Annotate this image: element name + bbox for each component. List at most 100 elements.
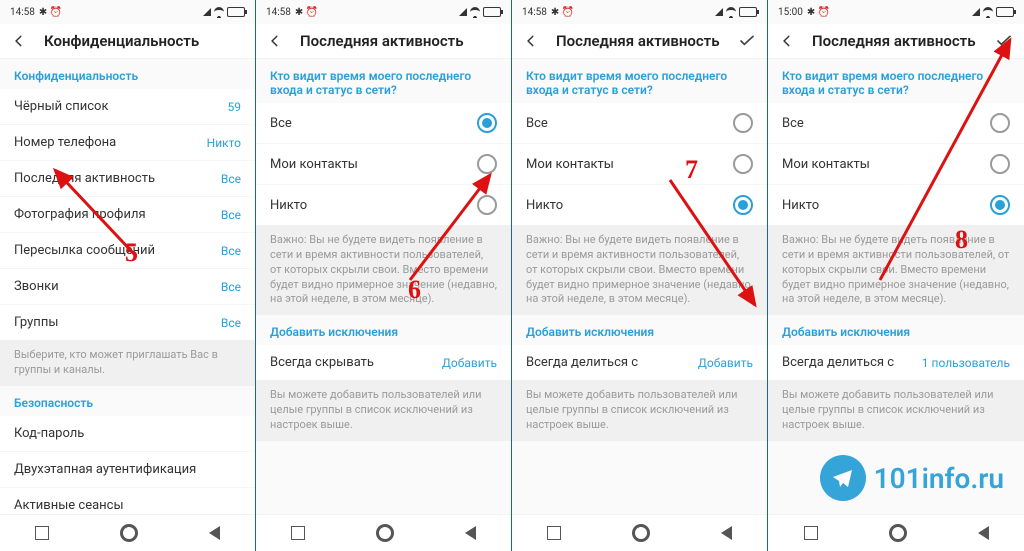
nav-recent-icon[interactable] [547,526,561,540]
row-label: Всегда делиться с [782,355,894,370]
row-forward[interactable]: Пересылка сообщенийВсе [0,232,255,268]
option-contacts[interactable]: Мои контакты [512,143,767,184]
row-always-share[interactable]: Всегда делиться сДобавить [512,345,767,380]
note-groups: Выберите, кто может приглашать Вас в гру… [0,340,255,386]
nav-home-icon[interactable] [632,524,650,542]
phone-screen-3: 14:58 ✱ ⏰ Последняя активность Кто видит … [512,0,768,551]
add-link[interactable]: Добавить [442,356,497,370]
row-value: Никто [207,136,241,150]
status-time: 14:58 [522,7,547,18]
section-security: Безопасность [0,386,255,416]
option-all[interactable]: Все [512,103,767,143]
battery-icon [227,7,245,17]
page-title: Конфиденциальность [44,32,243,50]
row-sessions[interactable]: Активные сеансы [0,487,255,514]
status-time: 15:00 [778,7,803,18]
option-label: Мои контакты [526,157,614,172]
option-contacts[interactable]: Мои контакты [768,143,1024,184]
android-nav [0,514,255,551]
title-bar: Последняя активность [768,24,1024,59]
page-title: Последняя активность [556,32,721,50]
back-icon[interactable] [12,34,26,48]
option-nobody[interactable]: Никто [768,184,1024,225]
row-value: Все [221,172,241,186]
option-label: Никто [526,198,563,213]
signal-icon [203,8,211,16]
nav-home-icon[interactable] [120,524,138,542]
radio-icon [477,195,497,215]
nav-recent-icon[interactable] [291,526,305,540]
note-exceptions: Вы можете добавить пользователей или цел… [512,380,767,441]
option-label: Мои контакты [270,157,358,172]
row-value: Все [221,280,241,294]
back-icon[interactable] [524,34,538,48]
row-phone[interactable]: Номер телефонаНикто [0,124,255,160]
row-passcode[interactable]: Код-пароль [0,416,255,451]
row-calls[interactable]: Звонки Все [0,268,255,304]
option-contacts[interactable]: Мои контакты [256,143,511,184]
nav-home-icon[interactable] [376,524,394,542]
nav-back-icon[interactable] [209,526,220,540]
row-always-hide[interactable]: Всегда скрыватьДобавить [256,345,511,380]
row-label: Чёрный список [14,99,108,114]
option-nobody[interactable]: Никто [512,184,767,225]
page-title: Последняя активность [300,32,499,50]
radio-icon [733,195,753,215]
note-warning: Важно: Вы не будете видеть появление в с… [512,225,767,315]
add-link[interactable]: Добавить [698,356,753,370]
nav-back-icon[interactable] [465,526,476,540]
row-last-seen[interactable]: Последняя активностьВсе [0,160,255,196]
row-2fa[interactable]: Двухэтапная аутентификация [0,451,255,487]
row-value: Все [221,316,241,330]
nav-back-icon[interactable] [978,526,989,540]
status-bar: 14:58✱ ⏰ [0,0,255,24]
radio-icon [477,154,497,174]
row-profile-photo[interactable]: Фотография профиляВсе [0,196,255,232]
exceptions-header: Добавить исключения [768,315,1024,345]
battery-icon [996,7,1014,17]
option-all[interactable]: Все [256,103,511,143]
row-blacklist[interactable]: Чёрный список 59 [0,89,255,124]
option-nobody[interactable]: Никто [256,184,511,225]
title-bar: Последняя активность [512,24,767,59]
option-label: Никто [782,198,819,213]
battery-icon [739,7,757,17]
option-label: Все [526,116,548,131]
row-groups[interactable]: Группы Все [0,304,255,340]
row-label: Активные сеансы [14,498,124,513]
phone-screen-1: 14:58✱ ⏰ Конфиденциальность Конфиденциал… [0,0,256,551]
row-always-share[interactable]: Всегда делиться с1 пользователь [768,345,1024,380]
row-value: 59 [228,100,242,114]
row-label: Группы [14,315,58,330]
option-label: Никто [270,198,307,213]
row-label: Пересылка сообщений [14,243,155,258]
nav-recent-icon[interactable] [35,526,49,540]
radio-icon [990,195,1010,215]
signal-icon [715,8,723,16]
check-icon[interactable] [739,35,755,47]
title-bar: Последняя активность [256,24,511,59]
option-label: Мои контакты [782,157,870,172]
status-icons: ✱ ⏰ [551,7,574,18]
battery-icon [483,7,501,17]
question-header: Кто видит время моего последнего входа и… [768,59,1024,103]
check-icon[interactable] [996,35,1012,47]
back-icon[interactable] [268,34,282,48]
back-icon[interactable] [780,34,794,48]
title-bar: Конфиденциальность [0,24,255,59]
radio-icon [733,113,753,133]
question-header: Кто видит время моего последнего входа и… [512,59,767,103]
nav-back-icon[interactable] [721,526,732,540]
option-all[interactable]: Все [768,103,1024,143]
row-label: Фотография профиля [14,207,146,222]
radio-icon [990,154,1010,174]
wifi-icon [726,7,736,18]
note-warning: Важно: Вы не будете видеть появление в с… [256,225,511,315]
row-label: Код-пароль [14,426,84,441]
nav-home-icon[interactable] [889,524,907,542]
page-title: Последняя активность [812,32,978,50]
note-exceptions: Вы можете добавить пользователей или цел… [256,380,511,441]
option-label: Все [270,116,292,131]
row-label: Звонки [14,279,59,294]
nav-recent-icon[interactable] [804,526,818,540]
